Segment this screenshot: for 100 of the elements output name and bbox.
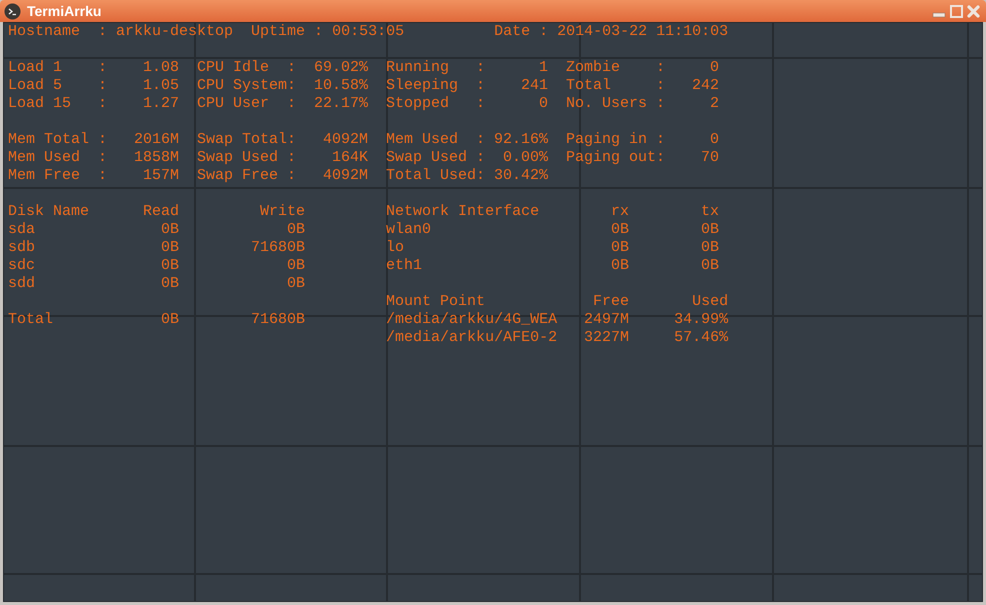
stat-value: 242 [691, 77, 720, 95]
maximize-icon[interactable] [949, 4, 964, 18]
table-cell: 57.46% [674, 329, 728, 346]
separator: : [287, 131, 296, 149]
separator: : [287, 149, 296, 167]
separator: : [476, 167, 486, 185]
table-cell: 0B [611, 221, 630, 238]
field-value: arkku-desktop [116, 23, 234, 41]
separator: : [476, 149, 486, 167]
stat-label: No. Users [566, 95, 648, 113]
table-cell: 0B [161, 257, 180, 274]
table-cell: 3227M [584, 329, 630, 346]
stat-label: Paging in [566, 131, 648, 149]
stat-value: 10.58% [313, 77, 368, 95]
stat-value: 70 [700, 149, 720, 167]
column-header: Read [143, 203, 180, 220]
stat-label: CPU System [197, 77, 288, 95]
stat-value: 69.02% [313, 59, 368, 77]
table-cell: 0B [161, 239, 180, 256]
stat-label: Zombie [566, 59, 622, 77]
separator: : [476, 95, 486, 113]
separator: : [98, 23, 108, 41]
table-cell: 2497M [584, 311, 630, 328]
table-cell: 0B [161, 311, 180, 328]
separator: : [476, 77, 486, 95]
stat-label: Swap Used [386, 149, 468, 167]
stat-label: Mem Free [8, 167, 82, 185]
table-cell: 0B [287, 221, 306, 238]
separator: : [287, 59, 296, 77]
table-cell: sdd [8, 275, 36, 292]
separator: : [656, 59, 666, 77]
separator: : [98, 131, 108, 149]
separator: : [98, 167, 108, 185]
table-cell: 0B [701, 221, 720, 238]
table-cell: 0B [287, 257, 306, 274]
stat-label: Mem Used [386, 131, 460, 149]
table-cell: sdb [8, 239, 36, 256]
field-value: 2014-03-22 11:10:03 [557, 23, 728, 41]
table-cell: 0B [287, 275, 306, 292]
stat-value: 2016M [133, 131, 180, 149]
stat-value: 0 [538, 95, 548, 113]
column-header: Write [260, 203, 306, 220]
field-label: Date [494, 23, 530, 41]
stat-value: 0 [709, 59, 720, 77]
table-cell: eth1 [386, 257, 422, 274]
separator: : [98, 77, 108, 95]
stat-label: Load 15 [8, 95, 72, 113]
table-cell: 0B [701, 239, 720, 256]
stat-label: Sleeping [386, 77, 460, 95]
separator: : [314, 23, 324, 41]
stat-label: Running [386, 59, 450, 77]
table-cell: 34.99% [674, 311, 728, 328]
stat-label: Swap Free [197, 167, 280, 185]
stat-label: Mem Total [8, 131, 90, 149]
wallpaper-tile [968, 22, 983, 58]
table-cell: 0B [161, 275, 180, 292]
field-value: 00:53:05 [332, 23, 404, 41]
stat-value: 164K [331, 149, 368, 167]
stat-label: Total Used [386, 167, 476, 185]
separator: : [98, 95, 108, 113]
stat-label: Mem Used [8, 149, 82, 167]
separator: : [656, 95, 666, 113]
stat-value: 0 [709, 131, 720, 149]
separator: : [539, 23, 548, 41]
separator: : [98, 149, 108, 167]
wallpaper-tile [968, 574, 983, 602]
separator: : [287, 167, 296, 185]
stat-value: 22.17% [313, 95, 368, 113]
separator: : [476, 59, 486, 77]
table-cell: 0B [611, 257, 630, 274]
stat-value: 1.27 [142, 95, 180, 113]
stat-label: CPU Idle [197, 59, 270, 77]
field-label: Uptime [251, 23, 306, 41]
stat-value: 4092M [322, 131, 368, 149]
stat-label: Load 1 [8, 59, 64, 77]
stat-label: Total [566, 77, 612, 95]
separator: : [287, 77, 296, 95]
column-header: rx [611, 203, 630, 220]
stat-label: Swap Used [197, 149, 280, 167]
window-title: TermiArrku [27, 2, 102, 20]
table-cell: lo [386, 239, 404, 256]
table-cell: 0B [161, 221, 180, 238]
field-label: Hostname [8, 23, 82, 41]
total-label: Total [8, 311, 54, 328]
stat-value: 30.42% [493, 167, 548, 185]
separator: : [656, 77, 666, 95]
stat-value: 92.16% [493, 131, 548, 149]
stat-value: 1.05 [142, 77, 180, 95]
stat-label: Paging out [566, 149, 656, 167]
table-cell: 71680B [251, 311, 306, 328]
stat-value: 157M [142, 167, 180, 185]
stat-value: 1 [538, 59, 548, 77]
stat-value: 1858M [133, 149, 180, 167]
column-header: Disk Name [8, 203, 90, 220]
table-cell: sda [8, 221, 36, 238]
table-cell: sdc [8, 257, 36, 274]
separator: : [287, 95, 296, 113]
close-icon[interactable] [966, 4, 981, 18]
stat-value: 0.00% [502, 149, 548, 167]
stat-value: 4092M [322, 167, 368, 185]
